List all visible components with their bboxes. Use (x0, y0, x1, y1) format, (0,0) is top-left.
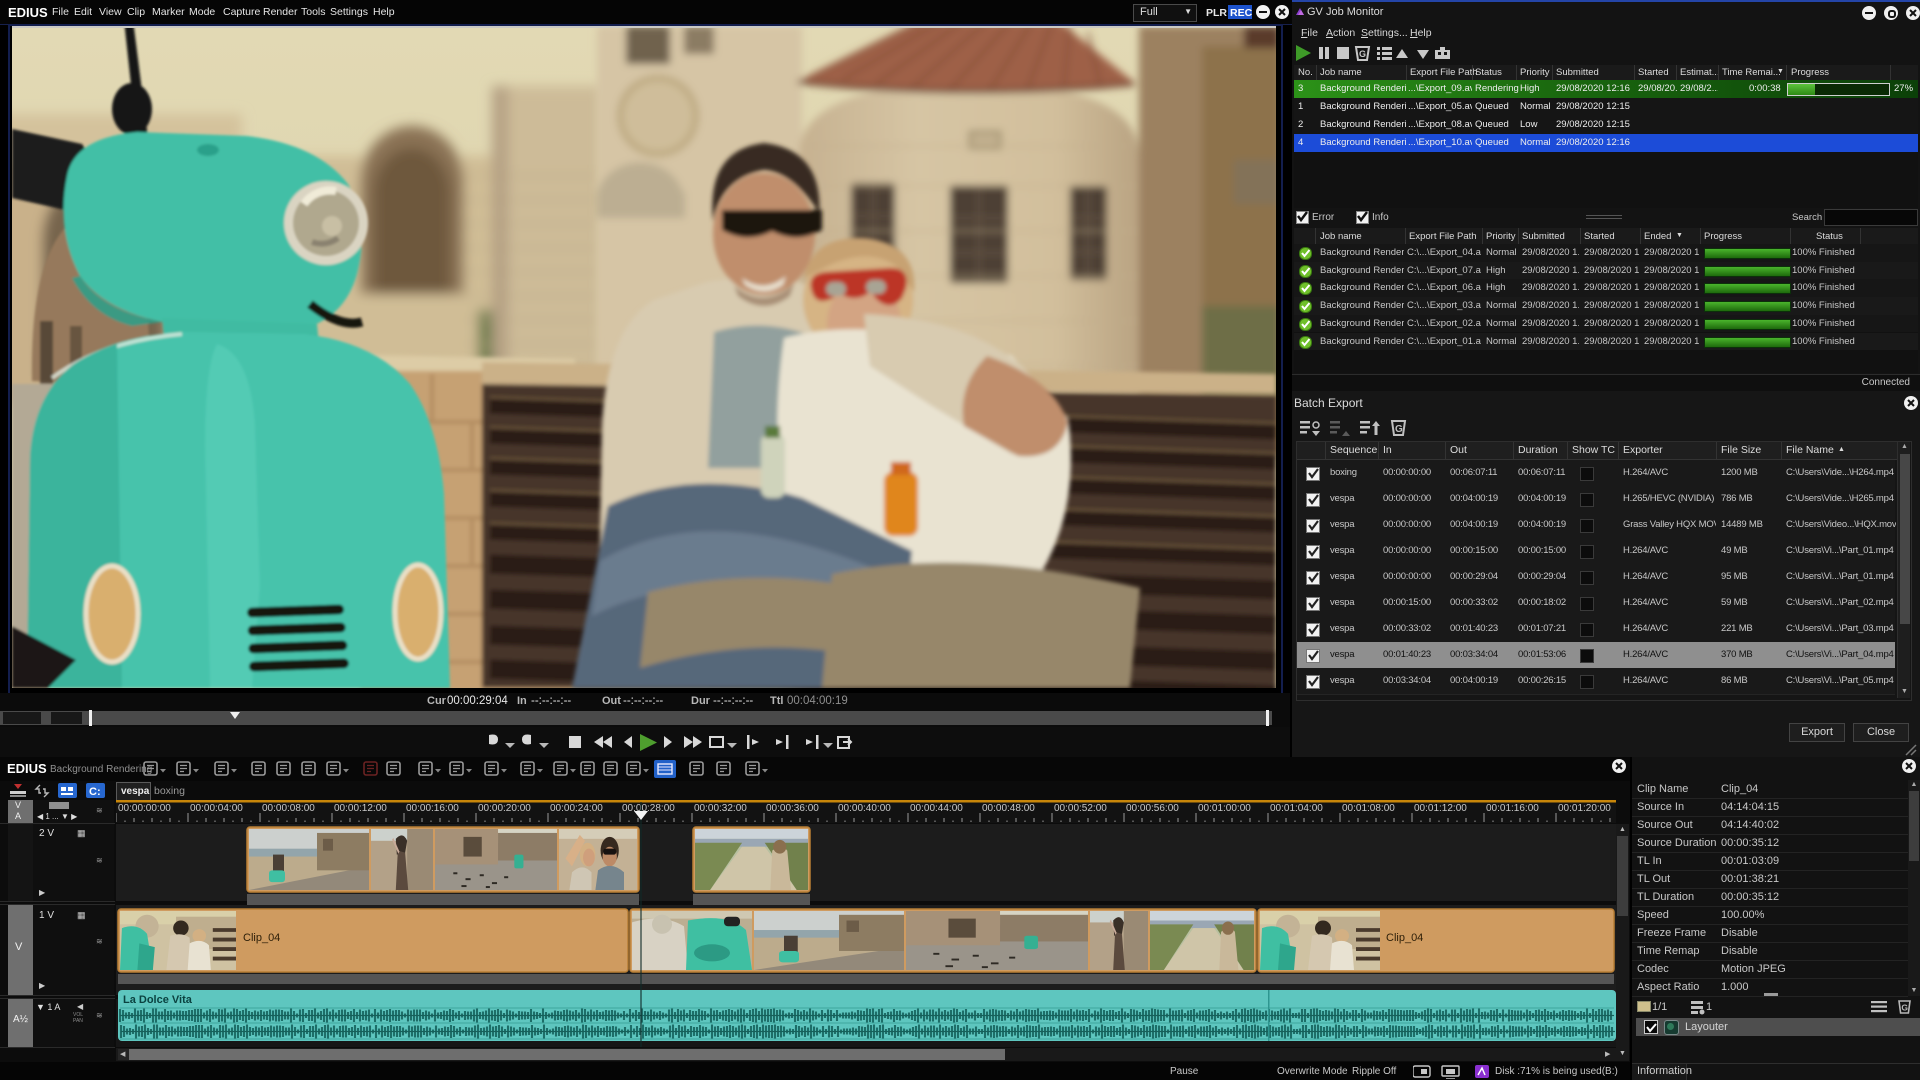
svg-text:00:00:56:00: 00:00:56:00 (1126, 803, 1179, 814)
svg-text:00:00:44:00: 00:00:44:00 (910, 803, 963, 814)
svg-text:Clip_04: Clip_04 (243, 932, 280, 944)
svg-text:00:00:32:00: 00:00:32:00 (694, 803, 747, 814)
svg-text:La Dolce Vita: La Dolce Vita (123, 994, 193, 1006)
svg-text:00:01:12:00: 00:01:12:00 (1414, 803, 1467, 814)
svg-text:00:01:08:00: 00:01:08:00 (1342, 803, 1395, 814)
svg-text:00:00:24:00: 00:00:24:00 (550, 803, 603, 814)
svg-text:G: G (1395, 424, 1403, 435)
svg-text:00:00:08:00: 00:00:08:00 (262, 803, 315, 814)
svg-text:00:00:40:00: 00:00:40:00 (838, 803, 891, 814)
svg-text:00:00:36:00: 00:00:36:00 (766, 803, 819, 814)
svg-text:Clip_04: Clip_04 (1386, 932, 1423, 944)
svg-text:00:00:52:00: 00:00:52:00 (1054, 803, 1107, 814)
svg-text:00:01:16:00: 00:01:16:00 (1486, 803, 1539, 814)
svg-text:00:00:04:00: 00:00:04:00 (190, 803, 243, 814)
svg-text:00:00:20:00: 00:00:20:00 (478, 803, 531, 814)
svg-text:00:00:12:00: 00:00:12:00 (334, 803, 387, 814)
svg-text:G: G (1901, 1003, 1908, 1013)
svg-text:C:: C: (89, 786, 101, 798)
svg-text:00:00:00:00: 00:00:00:00 (118, 803, 171, 814)
svg-text:00:01:20:00: 00:01:20:00 (1558, 803, 1611, 814)
svg-text:G: G (1359, 49, 1366, 59)
svg-text:00:00:16:00: 00:00:16:00 (406, 803, 459, 814)
svg-text:00:01:04:00: 00:01:04:00 (1270, 803, 1323, 814)
svg-text:00:00:48:00: 00:00:48:00 (982, 803, 1035, 814)
svg-text:00:00:28:00: 00:00:28:00 (622, 803, 675, 814)
svg-text:00:01:00:00: 00:01:00:00 (1198, 803, 1251, 814)
